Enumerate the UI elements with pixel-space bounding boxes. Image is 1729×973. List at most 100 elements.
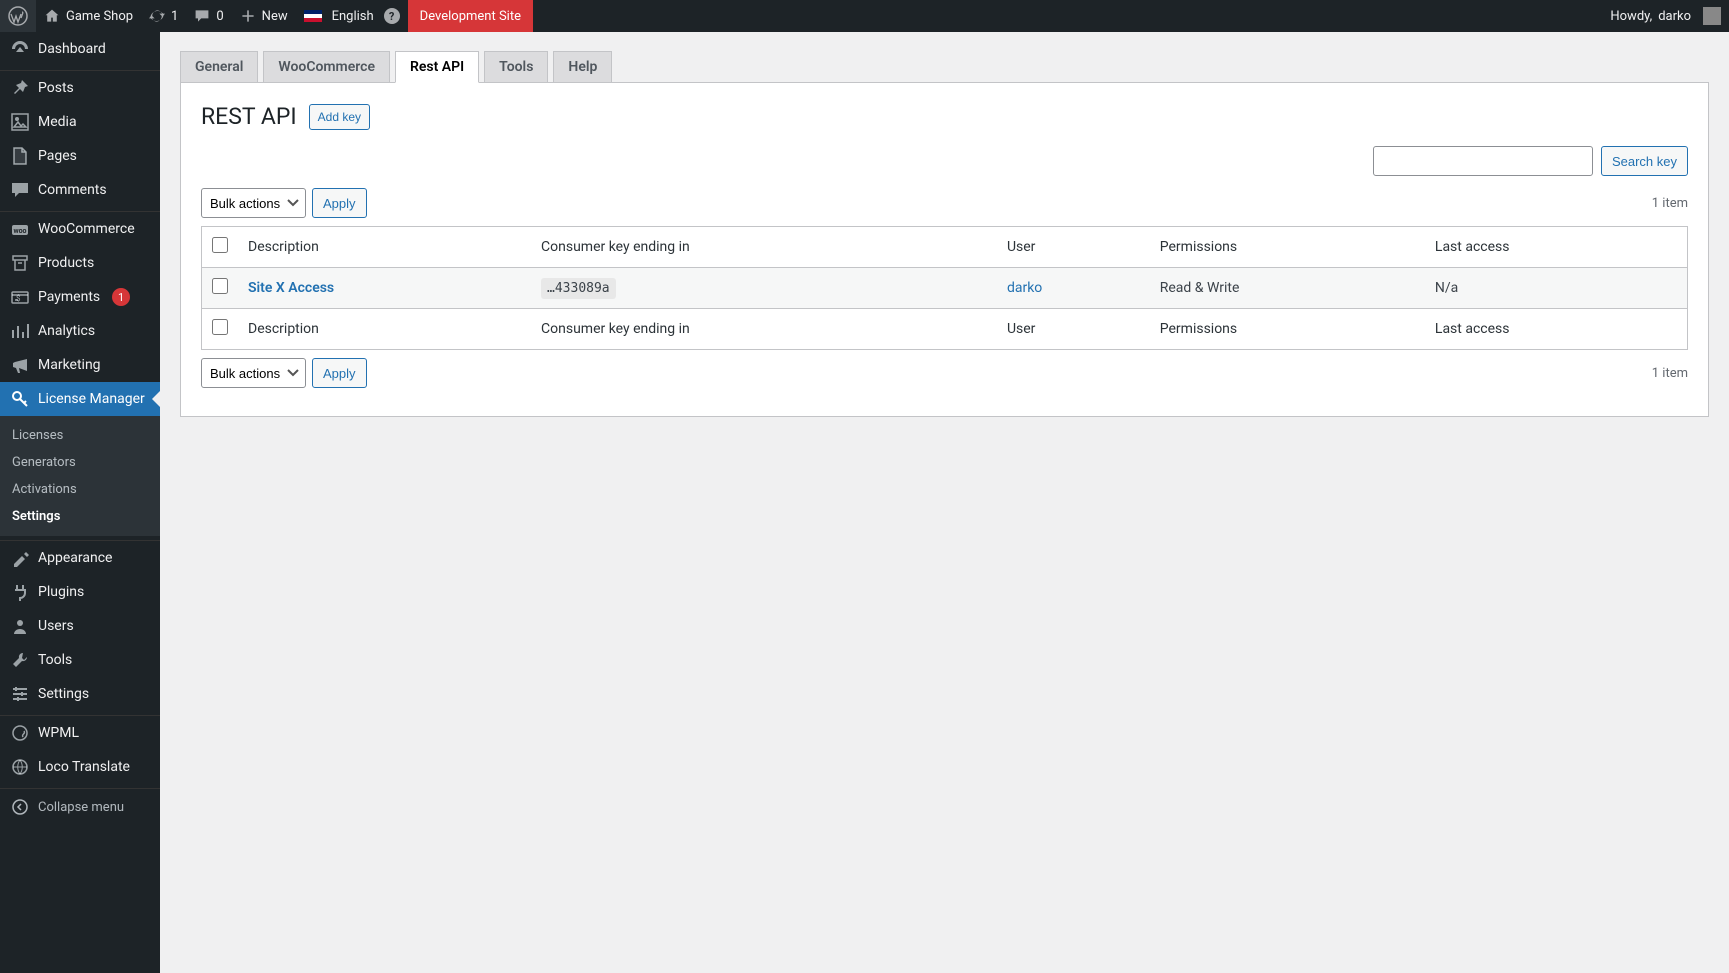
sidebar-item-license-manager[interactable]: License Manager — [0, 382, 160, 416]
collapse-menu[interactable]: Collapse menu — [0, 789, 160, 825]
user-link[interactable]: darko — [1007, 280, 1042, 296]
sidebar-item-products[interactable]: Products — [0, 246, 160, 280]
col-last-access[interactable]: Last access — [1425, 227, 1688, 268]
settings-icon — [10, 684, 30, 704]
sidebar-item-label: License Manager — [38, 391, 145, 407]
pin-icon — [10, 78, 30, 98]
updates-count: 1 — [171, 9, 178, 24]
col-user[interactable]: User — [997, 227, 1150, 268]
sidebar-item-loco-translate[interactable]: Loco Translate — [0, 750, 160, 784]
development-site-badge[interactable]: Development Site — [408, 0, 533, 32]
select-all-top[interactable] — [212, 237, 228, 253]
howdy-user: darko — [1658, 9, 1691, 24]
new-label: New — [262, 9, 288, 24]
analytics-icon — [10, 321, 30, 341]
search-key-button[interactable]: Search key — [1601, 146, 1688, 176]
add-key-button[interactable]: Add key — [309, 104, 370, 130]
sidebar-item-marketing[interactable]: Marketing — [0, 348, 160, 382]
sidebar-item-label: Settings — [38, 686, 89, 702]
sidebar-item-label: Media — [38, 114, 77, 130]
my-account[interactable]: Howdy, darko — [1602, 0, 1729, 32]
apply-button-bottom[interactable]: Apply — [312, 358, 367, 388]
sidebar-item-label: Loco Translate — [38, 759, 130, 775]
plus-icon — [240, 8, 256, 24]
select-all-bottom[interactable] — [212, 319, 228, 335]
dashboard-icon — [10, 39, 30, 59]
submenu-item-activations[interactable]: Activations — [0, 476, 160, 503]
col-permissions[interactable]: Permissions — [1150, 227, 1425, 268]
comment-icon — [194, 8, 210, 24]
new-content[interactable]: New — [232, 0, 296, 32]
key-icon — [10, 389, 30, 409]
sidebar-item-label: Pages — [38, 148, 77, 164]
api-keys-table: Description Consumer key ending in User … — [201, 226, 1688, 350]
col-description[interactable]: Description — [238, 227, 531, 268]
item-count-top: 1 item — [1652, 196, 1688, 211]
svg-text:$: $ — [16, 294, 21, 303]
key-description-link[interactable]: Site X Access — [248, 280, 334, 296]
col-consumer-key[interactable]: Consumer key ending in — [531, 227, 997, 268]
sidebar-item-plugins[interactable]: Plugins — [0, 575, 160, 609]
search-input[interactable] — [1373, 146, 1593, 176]
language-switcher[interactable]: English ? — [296, 0, 408, 32]
wp-logo[interactable] — [0, 0, 36, 32]
submenu-item-licenses[interactable]: Licenses — [0, 422, 160, 449]
sidebar-item-settings[interactable]: Settings — [0, 677, 160, 711]
sidebar-item-dashboard[interactable]: Dashboard — [0, 32, 160, 66]
sidebar-item-pages[interactable]: Pages — [0, 139, 160, 173]
sidebar-item-label: Plugins — [38, 584, 84, 600]
sidebar-item-tools[interactable]: Tools — [0, 643, 160, 677]
tab-woocommerce[interactable]: WooCommerce — [263, 51, 390, 82]
tab-rest-api[interactable]: Rest API — [395, 51, 479, 83]
tab-help[interactable]: Help — [553, 51, 612, 82]
marketing-icon — [10, 355, 30, 375]
sidebar-item-label: Products — [38, 255, 94, 271]
sidebar-item-analytics[interactable]: Analytics — [0, 314, 160, 348]
sidebar-item-woocommerce[interactable]: wooWooCommerce — [0, 212, 160, 246]
tab-general[interactable]: General — [180, 51, 258, 82]
submenu-item-generators[interactable]: Generators — [0, 449, 160, 476]
sidebar-item-appearance[interactable]: Appearance — [0, 541, 160, 575]
pages-icon — [10, 146, 30, 166]
home-icon — [44, 8, 60, 24]
sidebar-item-comments[interactable]: Comments — [0, 173, 160, 207]
sidebar-item-label: Comments — [38, 182, 107, 198]
avatar — [1703, 7, 1721, 25]
sidebar-item-users[interactable]: Users — [0, 609, 160, 643]
howdy-prefix: Howdy, — [1610, 9, 1652, 24]
site-name[interactable]: Game Shop — [36, 0, 141, 32]
page-title: REST API — [201, 103, 297, 130]
sidebar-item-label: WooCommerce — [38, 221, 135, 237]
comments[interactable]: 0 — [186, 0, 231, 32]
updates[interactable]: 1 — [141, 0, 186, 32]
bulk-actions-select-top[interactable]: Bulk actions — [201, 188, 306, 218]
sidebar-item-label: Tools — [38, 652, 72, 668]
sidebar-item-media[interactable]: Media — [0, 105, 160, 139]
comment-icon — [10, 180, 30, 200]
bulk-actions-select-bottom[interactable]: Bulk actions — [201, 358, 306, 388]
media-icon — [10, 112, 30, 132]
loco-icon — [10, 757, 30, 777]
settings-tabs: GeneralWooCommerceRest APIToolsHelp — [180, 42, 1709, 82]
payments-icon: $ — [10, 287, 30, 307]
admin-toolbar: Game Shop 1 0 New English ? Development … — [0, 0, 1729, 32]
sidebar-item-label: Marketing — [38, 357, 101, 373]
site-name-label: Game Shop — [66, 9, 133, 24]
tools-icon — [10, 650, 30, 670]
help-icon: ? — [384, 8, 400, 24]
collapse-icon — [10, 797, 30, 817]
permissions-cell: Read & Write — [1150, 268, 1425, 309]
sidebar-item-payments[interactable]: $Payments1 — [0, 280, 160, 314]
submenu-item-settings[interactable]: Settings — [0, 503, 160, 530]
users-icon — [10, 616, 30, 636]
row-checkbox[interactable] — [212, 278, 228, 294]
sidebar-item-posts[interactable]: Posts — [0, 71, 160, 105]
tab-tools[interactable]: Tools — [484, 51, 548, 82]
last-access-cell: N/a — [1425, 268, 1688, 309]
settings-panel: REST API Add key Search key Bulk actions… — [180, 82, 1709, 417]
sidebar-item-label: Posts — [38, 80, 74, 96]
sidebar-item-label: Appearance — [38, 550, 112, 566]
apply-button-top[interactable]: Apply — [312, 188, 367, 218]
sidebar-item-label: WPML — [38, 725, 79, 741]
sidebar-item-wpml[interactable]: WPML — [0, 716, 160, 750]
